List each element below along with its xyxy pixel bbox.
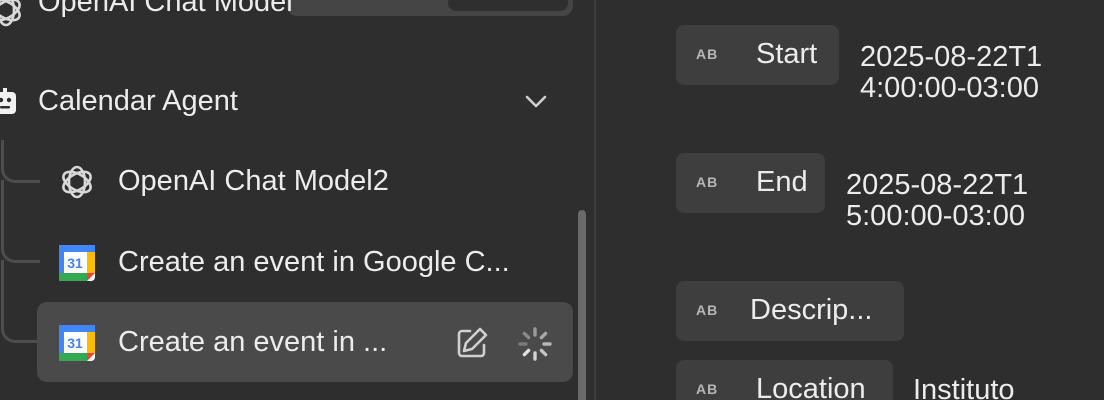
- field-value-location: Instituto: [913, 374, 1015, 400]
- field-value-end: 2025-08-22T15:00:00-03:00: [846, 169, 1029, 232]
- scrollbar-thumb[interactable]: [578, 210, 586, 400]
- tree-item-label: Create an event in Google C...: [118, 246, 510, 278]
- fields-panel: AB Start 2025-08-22T14:00:00-03:00 AB En…: [596, 0, 1104, 400]
- field-description[interactable]: AB Descrip...: [676, 281, 904, 341]
- tree-panel: OpenAI Chat Model Calendar Agent OpenAI …: [0, 0, 594, 400]
- tree-item-calendar-agent[interactable]: Calendar Agent: [0, 78, 573, 126]
- field-value-start: 2025-08-22T14:00:00-03:00: [860, 41, 1043, 104]
- openai-icon: [57, 162, 95, 200]
- loading-spinner-icon: [517, 326, 553, 367]
- tree-connector: [1, 180, 40, 263]
- field-location[interactable]: AB Location: [676, 360, 893, 400]
- edit-icon[interactable]: [455, 326, 489, 365]
- chevron-down-icon[interactable]: [523, 88, 549, 122]
- openai-icon: [0, 0, 26, 38]
- tree-connector: [1, 140, 40, 183]
- string-type-badge: AB: [696, 381, 719, 397]
- field-label: End: [756, 166, 808, 198]
- string-type-badge: AB: [696, 46, 719, 62]
- field-start[interactable]: AB Start: [676, 25, 839, 85]
- string-type-badge: AB: [696, 174, 719, 190]
- tree-item-label: Calendar Agent: [38, 85, 238, 117]
- tree-item-label: Create an event in ...: [118, 326, 388, 358]
- app-window: OpenAI Chat Model Calendar Agent OpenAI …: [0, 0, 1104, 400]
- field-label: Start: [756, 38, 818, 70]
- tree-connector: [1, 260, 40, 343]
- google-calendar-icon: 31: [57, 323, 95, 361]
- tree-item-label: OpenAI Chat Model: [38, 0, 293, 18]
- field-end[interactable]: AB End: [676, 153, 825, 213]
- tree-item-create-event-2[interactable]: 31 Create an event in ...: [37, 302, 573, 382]
- svg-text:31: 31: [67, 335, 83, 351]
- robot-icon: [0, 88, 18, 124]
- tree-item-label: OpenAI Chat Model2: [118, 165, 389, 197]
- svg-text:31: 31: [67, 255, 83, 271]
- field-label: Descrip...: [750, 294, 873, 326]
- top-tab-segment[interactable]: [448, 0, 568, 11]
- google-calendar-icon: 31: [57, 243, 95, 281]
- tree-item-openai-chat-model2[interactable]: OpenAI Chat Model2: [37, 141, 573, 221]
- tree-item-create-event-1[interactable]: 31 Create an event in Google C...: [37, 222, 573, 302]
- field-label: Location: [756, 373, 866, 400]
- string-type-badge: AB: [696, 302, 719, 318]
